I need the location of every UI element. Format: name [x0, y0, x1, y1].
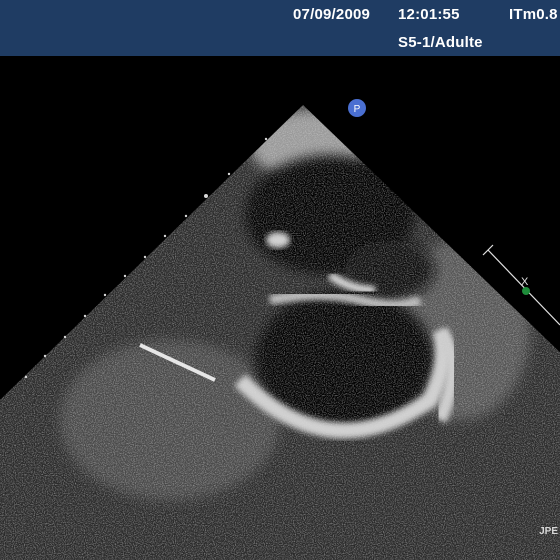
corner-label: JPE [539, 526, 558, 537]
ultrasound-image: P X [0, 99, 560, 560]
orientation-marker-label: P [354, 104, 361, 115]
study-time: 12:01:55 [398, 6, 460, 23]
study-date: 07/09/2009 [293, 6, 371, 23]
caliper-point [522, 287, 530, 295]
probe-preset: S5-1/Adulte [398, 34, 483, 51]
orientation-marker: P [348, 99, 366, 117]
scan-sector [0, 105, 560, 560]
header-bar: 07/09/2009 12:01:55 ITm0.8 S5-1/Adulte [0, 0, 560, 56]
caliper-x-label: X [521, 276, 529, 288]
thermal-index: ITm0.8 [509, 6, 558, 23]
